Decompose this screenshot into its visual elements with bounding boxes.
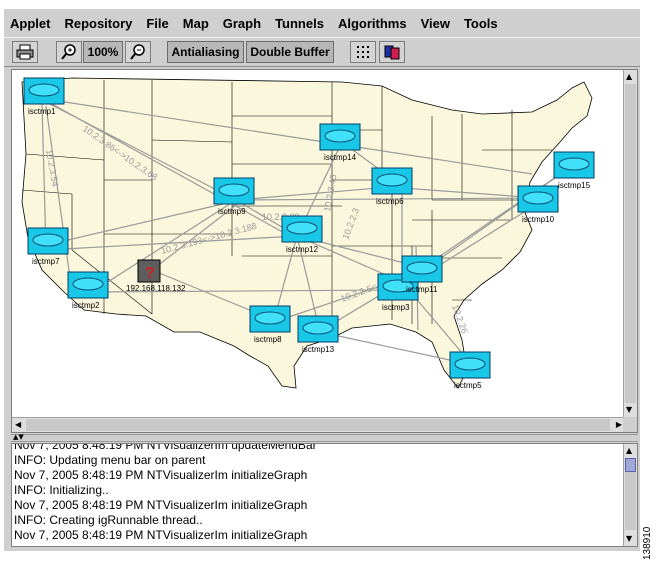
menu-tunnels[interactable]: Tunnels [275, 16, 324, 31]
zoom-in-icon [61, 44, 76, 60]
router-label: isctmp3 [382, 303, 410, 312]
log-line: Nov 7, 2005 8:48:19 PM NTVisualizerIm up… [14, 443, 317, 452]
router-cylinder [32, 233, 64, 247]
router-cylinder [302, 321, 334, 335]
unknown-node-label: 192.168.118.132 [126, 284, 186, 293]
print-button[interactable] [12, 41, 38, 63]
router-label: isctmp6 [376, 197, 404, 206]
router-cylinder [406, 261, 438, 275]
router-isctmp13[interactable]: isctmp13 [297, 315, 339, 354]
menu-bar: Applet Repository File Map Graph Tunnels… [4, 9, 640, 37]
collapse-arrows-icon[interactable]: ▲▼ [13, 434, 24, 441]
router-cylinder [376, 173, 408, 187]
router-label: isctmp2 [72, 301, 100, 310]
log-line: INFO: Creating igRunnable thread.. [14, 513, 203, 527]
router-isctmp10[interactable]: isctmp10 [517, 185, 559, 224]
router-label: isctmp12 [286, 245, 319, 254]
network-map-panel: 10.2.3.86<->10.2.3.68 10.2.3.54 10.2.3.1… [11, 69, 638, 433]
map-horizontal-scrollbar[interactable]: ◀ ▶ [12, 417, 625, 432]
router-label: isctmp9 [218, 207, 246, 216]
grid-icon [357, 46, 369, 58]
router-cylinder [286, 221, 318, 235]
toolbar: 100% Antialiasing Double Buffer [4, 37, 640, 67]
router-isctmp15[interactable]: isctmp15 [553, 151, 595, 190]
scroll-down-arrow-icon[interactable]: ▼ [626, 406, 632, 414]
router-cylinder [558, 157, 590, 171]
log-line: Nov 7, 2005 8:48:19 PM NTVisualizerIm in… [14, 528, 308, 542]
scroll-down-arrow-icon[interactable]: ▼ [626, 535, 632, 543]
router-cylinder [218, 183, 250, 197]
router-isctmp12[interactable]: isctmp12 [281, 215, 323, 254]
router-label: isctmp15 [558, 181, 591, 190]
router-label: isctmp7 [32, 257, 60, 266]
scroll-right-arrow-icon[interactable]: ▶ [616, 421, 622, 429]
menu-tools[interactable]: Tools [464, 16, 498, 31]
menu-algorithms[interactable]: Algorithms [338, 16, 407, 31]
router-label: isctmp8 [254, 335, 282, 344]
scroll-up-arrow-icon[interactable]: ▲ [626, 73, 632, 81]
zoom-out-button[interactable] [125, 41, 151, 63]
router-label: isctmp1 [28, 107, 56, 116]
zoom-out-icon [130, 44, 145, 60]
zoom-level[interactable]: 100% [83, 41, 123, 63]
menu-graph[interactable]: Graph [223, 16, 261, 31]
double-buffer-toggle[interactable]: Double Buffer [246, 41, 334, 63]
router-isctmp14[interactable]: isctmp14 [319, 123, 361, 162]
menu-map[interactable]: Map [183, 16, 209, 31]
scrollbar-track[interactable] [625, 84, 636, 403]
menu-applet[interactable]: Applet [10, 16, 50, 31]
router-label: isctmp5 [454, 381, 482, 390]
log-line: Nov 7, 2005 8:48:19 PM NTVisualizerIm in… [14, 498, 308, 512]
question-mark-icon: ? [145, 265, 155, 282]
router-cylinder [324, 129, 356, 143]
router-label: isctmp10 [522, 215, 555, 224]
router-cylinder [254, 311, 286, 325]
zoom-in-button[interactable] [56, 41, 82, 63]
router-label: isctmp11 [406, 285, 438, 294]
log-vertical-scrollbar[interactable]: ▲ ▼ [623, 444, 637, 546]
log-panel: Nov 7, 2005 8:48:19 PM NTVisualizerIm up… [11, 443, 638, 547]
scrollbar-thumb[interactable] [625, 458, 636, 472]
router-cylinder [28, 83, 60, 97]
log-line: INFO: Updating menu bar on parent [14, 453, 206, 467]
map-vertical-scrollbar[interactable]: ▲ ▼ [623, 70, 637, 417]
network-map[interactable]: 10.2.3.86<->10.2.3.68 10.2.3.54 10.2.3.1… [12, 70, 625, 417]
antialiasing-toggle[interactable]: Antialiasing [167, 41, 244, 63]
figure-id: 138910 [642, 526, 653, 560]
grid-button[interactable] [350, 41, 376, 63]
menu-file[interactable]: File [146, 16, 168, 31]
router-isctmp11[interactable]: isctmp11 [401, 255, 443, 294]
router-label: isctmp14 [324, 153, 357, 162]
router-cylinder [72, 277, 104, 291]
menu-view[interactable]: View [421, 16, 450, 31]
scroll-corner [623, 417, 637, 432]
router-cylinder [454, 357, 486, 371]
scrollbar-track[interactable] [26, 419, 610, 431]
layout-button[interactable] [379, 41, 405, 63]
router-isctmp5[interactable]: isctmp5 [449, 351, 491, 390]
split-pane-divider[interactable]: ▲▼ [11, 434, 638, 442]
layout-icon [384, 45, 400, 60]
router-label: isctmp13 [302, 345, 335, 354]
menu-repository[interactable]: Repository [64, 16, 132, 31]
router-cylinder [522, 191, 554, 205]
scroll-up-arrow-icon[interactable]: ▲ [626, 447, 632, 455]
applet-window: Applet Repository File Map Graph Tunnels… [4, 9, 640, 551]
printer-icon [16, 44, 34, 60]
log-line: Nov 7, 2005 8:48:19 PM NTVisualizerIm in… [14, 468, 308, 482]
scroll-left-arrow-icon[interactable]: ◀ [15, 421, 21, 429]
log-line: INFO: Initializing.. [14, 483, 109, 497]
